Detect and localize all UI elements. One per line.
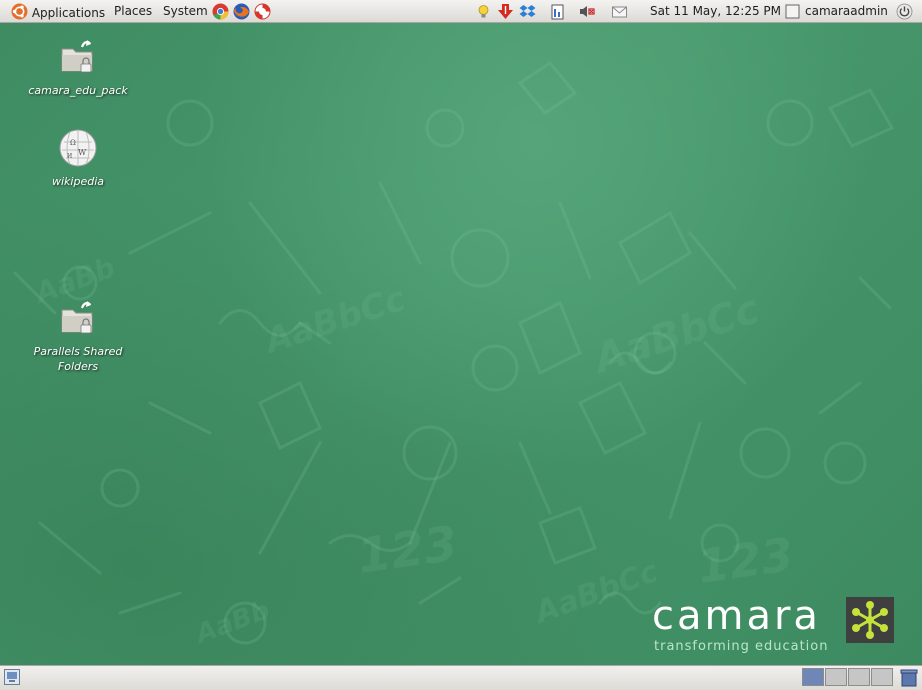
- wikipedia-globe-icon: Ω W И: [59, 129, 97, 167]
- power-icon[interactable]: [896, 3, 913, 20]
- brand-name: camara: [652, 593, 821, 639]
- brand-tagline: transforming education: [654, 639, 829, 654]
- chrome-icon[interactable]: [212, 3, 229, 20]
- clock[interactable]: Sat 11 May, 12:25 PM: [650, 3, 781, 20]
- svg-text:И: И: [67, 153, 72, 160]
- places-menu[interactable]: Places: [112, 3, 154, 20]
- svg-text:123: 123: [354, 515, 461, 584]
- svg-text:AaBbCc: AaBbCc: [586, 286, 765, 383]
- workspace-3[interactable]: [848, 668, 870, 686]
- desktop-icon-label: wikipedia: [51, 175, 104, 188]
- svg-text:AaBbCc: AaBbCc: [529, 554, 663, 631]
- workspace-1[interactable]: [802, 668, 824, 686]
- volume-muted-icon[interactable]: [578, 3, 595, 20]
- system-label: System: [163, 4, 208, 18]
- system-menu[interactable]: System: [161, 3, 210, 20]
- desktop-icon-label: camara_edu_pack: [28, 84, 128, 97]
- top-panel: Applications Places System Sat 11 May, 1…: [0, 0, 922, 23]
- ubuntu-logo-icon: [11, 3, 28, 20]
- clipboard-icon[interactable]: [549, 3, 566, 20]
- mail-icon[interactable]: [611, 3, 628, 20]
- applications-menu[interactable]: Applications: [9, 3, 107, 20]
- svg-text:Ω: Ω: [70, 139, 76, 147]
- desktop[interactable]: AaBbCc AaBbCc 123 123 AaBbCc AaBb AaBb c…: [0, 23, 922, 665]
- user-status-icon: [785, 4, 800, 19]
- help-lifebuoy-icon[interactable]: [254, 3, 271, 20]
- desktop-icon-parallels-shared-folders[interactable]: Parallels Shared Folders: [28, 298, 128, 374]
- camara-brand: camara transforming education: [652, 593, 912, 663]
- shared-folder-icon: [61, 40, 93, 73]
- download-arrow-icon[interactable]: [497, 3, 514, 20]
- wallpaper-doodles: AaBbCc AaBbCc 123 123 AaBbCc AaBb AaBb: [13, 61, 895, 650]
- bottom-panel: [0, 665, 922, 690]
- shared-folder-icon: [61, 301, 93, 334]
- workspace-2[interactable]: [825, 668, 847, 686]
- places-label: Places: [114, 4, 153, 18]
- show-desktop-icon[interactable]: [4, 669, 20, 685]
- desktop-icon-label: Parallels Shared Folders: [33, 345, 123, 373]
- applications-label: Applications: [31, 6, 106, 20]
- lightbulb-icon[interactable]: [475, 3, 492, 20]
- desktop-icon-wikipedia[interactable]: Ω W И wikipedia: [28, 128, 128, 189]
- firefox-icon[interactable]: [233, 3, 250, 20]
- user-menu[interactable]: camaraadmin: [805, 3, 888, 20]
- camara-logo-icon: [846, 597, 894, 643]
- workspace-4[interactable]: [871, 668, 893, 686]
- svg-text:123: 123: [694, 527, 797, 594]
- svg-text:AaBb: AaBb: [190, 595, 274, 650]
- dropbox-icon[interactable]: [519, 3, 536, 20]
- svg-text:W: W: [78, 148, 87, 157]
- desktop-icon-camara-edu-pack[interactable]: camara_edu_pack: [28, 37, 128, 98]
- svg-text:AaBbCc: AaBbCc: [258, 279, 411, 363]
- trash-icon[interactable]: [900, 668, 918, 687]
